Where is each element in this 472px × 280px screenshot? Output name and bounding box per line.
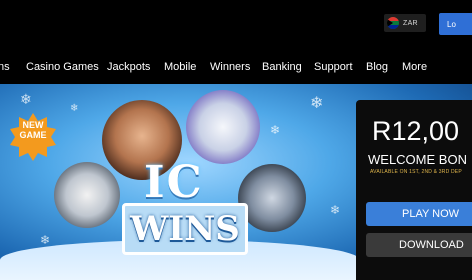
snowflake-icon: ❄	[330, 203, 341, 217]
currency-selector[interactable]: ZAR	[384, 14, 426, 32]
badge-line-game: GAME	[19, 130, 47, 140]
character-polar-bear	[186, 90, 260, 164]
logo-ic-text: IC	[144, 157, 204, 208]
south-africa-flag-icon	[387, 17, 399, 29]
bonus-subtitle: AVAILABLE ON 1ST, 2ND & 3RD DEP	[370, 169, 462, 175]
nav-item-banking[interactable]: Banking	[262, 61, 302, 73]
snowflake-icon: ❄	[40, 233, 51, 247]
currency-label: ZAR	[403, 19, 418, 27]
nav-item-casino-games[interactable]: Casino Games	[26, 61, 99, 73]
snowflake-icon: ❄	[20, 91, 32, 107]
nav-item-blog[interactable]: Blog	[366, 61, 388, 73]
bonus-title: WELCOME BON	[368, 152, 467, 167]
snowflake-icon: ❄	[270, 123, 281, 137]
main-nav: ns Casino Games Jackpots Mobile Winners …	[0, 50, 472, 84]
download-button[interactable]: DOWNLOAD	[366, 233, 472, 257]
badge-line-new: NEW	[22, 120, 44, 130]
nav-item-partial[interactable]: ns	[0, 61, 10, 73]
snowflake-icon: ❄	[310, 95, 324, 112]
nav-item-support[interactable]: Support	[314, 61, 353, 73]
character-wolf	[238, 164, 306, 232]
nav-item-mobile[interactable]: Mobile	[164, 61, 196, 73]
nav-item-more[interactable]: More	[402, 61, 427, 73]
top-bar: ZAR Lo	[0, 0, 472, 50]
bonus-amount: R12,00	[372, 116, 460, 146]
nav-item-jackpots[interactable]: Jackpots	[107, 61, 150, 73]
character-snow-leopard	[54, 162, 120, 228]
logo-wins-text: WINS	[122, 203, 248, 255]
snowflake-icon: ❄	[70, 103, 79, 114]
login-button[interactable]: Lo	[439, 13, 472, 35]
nav-item-winners[interactable]: Winners	[210, 61, 250, 73]
ic-wins-logo: IC WINS	[118, 157, 248, 267]
welcome-bonus-panel: R12,00 WELCOME BON AVAILABLE ON 1ST, 2ND…	[356, 100, 472, 280]
new-game-badge-text: NEW GAME	[8, 120, 58, 140]
play-now-button[interactable]: PLAY NOW	[366, 202, 472, 226]
